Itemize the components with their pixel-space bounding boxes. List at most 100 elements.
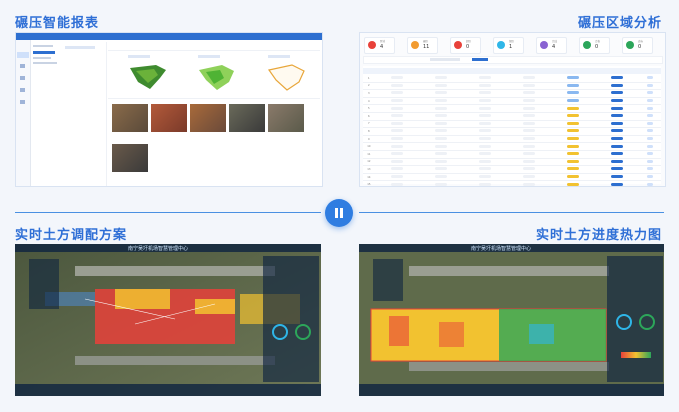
action-link[interactable] (646, 83, 653, 87)
view-button[interactable] (610, 121, 623, 125)
action-link[interactable] (646, 121, 653, 125)
cell-placeholder (434, 114, 447, 118)
action-link[interactable] (646, 152, 653, 156)
sidebar-item[interactable] (20, 64, 25, 68)
row-number: 13 (363, 165, 375, 174)
sidebar-item-active[interactable] (17, 52, 29, 58)
cell-placeholder (478, 167, 491, 171)
compaction-map-2 (199, 65, 234, 90)
site-photo[interactable] (190, 104, 226, 132)
cell-placeholder (478, 83, 491, 87)
divider-right (359, 212, 664, 213)
stat-value: 4 (552, 44, 556, 50)
table-row[interactable]: 11 (363, 150, 661, 159)
stat-label: 漏压 (509, 40, 515, 43)
cell-placeholder (434, 106, 447, 110)
cell-placeholder (522, 114, 535, 118)
cell-placeholder (478, 182, 491, 186)
sidebar-item[interactable] (20, 76, 25, 80)
view-button[interactable] (610, 99, 623, 103)
view-button[interactable] (610, 129, 623, 133)
pause-icon (340, 208, 343, 218)
action-link[interactable] (646, 144, 653, 148)
action-link[interactable] (646, 175, 653, 179)
table-row[interactable]: 4 (363, 97, 661, 106)
view-button[interactable] (610, 91, 623, 95)
view-button[interactable] (610, 167, 623, 171)
table-row[interactable]: 2 (363, 82, 661, 91)
view-button[interactable] (610, 182, 623, 186)
table-row[interactable]: 1 (363, 75, 661, 83)
site-photo[interactable] (229, 104, 265, 132)
stat-icon (626, 41, 634, 49)
cell-placeholder (390, 106, 403, 110)
action-link[interactable] (646, 137, 653, 141)
action-link[interactable] (646, 114, 653, 118)
cell-placeholder (390, 121, 403, 125)
status-badge (566, 159, 579, 163)
stat-card: 漏压 1 (493, 37, 524, 54)
cell-placeholder (434, 99, 447, 103)
earthwork-heatmap: 南宁吴圩机场智慧管理中心 (359, 244, 664, 396)
cell-placeholder (478, 137, 491, 141)
view-button[interactable] (610, 83, 623, 87)
table-row[interactable]: 13 (363, 165, 661, 174)
table-row[interactable]: 10 (363, 142, 661, 151)
row-number: 6 (363, 112, 375, 121)
section-title-roller-report: 碾压智能报表 (15, 16, 100, 31)
cell-placeholder (478, 175, 491, 179)
action-link[interactable] (646, 129, 653, 133)
action-link[interactable] (646, 99, 653, 103)
cell-placeholder (478, 144, 491, 148)
status-badge (566, 167, 579, 171)
view-button[interactable] (610, 159, 623, 163)
action-link[interactable] (646, 91, 653, 95)
action-link[interactable] (646, 159, 653, 163)
table-row[interactable]: 7 (363, 120, 661, 129)
table-row[interactable]: 3 (363, 89, 661, 98)
view-button[interactable] (610, 106, 623, 110)
view-button[interactable] (610, 137, 623, 141)
dashboard-title: 南宁吴圩机场智慧管理中心 (128, 246, 189, 252)
view-button[interactable] (610, 144, 623, 148)
cell-placeholder (390, 83, 403, 87)
site-photo[interactable] (151, 104, 187, 132)
site-photo[interactable] (268, 104, 304, 132)
table-row[interactable]: 15 (363, 180, 661, 186)
view-button[interactable] (610, 114, 623, 118)
view-button[interactable] (610, 175, 623, 179)
site-photo[interactable] (112, 104, 148, 132)
cell-placeholder (478, 91, 491, 95)
view-button[interactable] (610, 76, 623, 80)
view-button[interactable] (610, 152, 623, 156)
right-info-panel (263, 256, 319, 382)
sidebar-item[interactable] (20, 88, 25, 92)
filter-bar (363, 56, 663, 64)
action-link[interactable] (646, 182, 653, 186)
stat-value: 4 (380, 44, 384, 50)
table-row[interactable]: 6 (363, 112, 661, 121)
roller-report-screenshot (15, 32, 323, 187)
stat-label: 合格 (595, 40, 601, 43)
table-row[interactable]: 5 (363, 104, 661, 113)
action-link[interactable] (646, 76, 653, 80)
left-info-panel (29, 259, 59, 309)
compaction-map-3 (267, 64, 305, 91)
site-photo[interactable] (112, 144, 148, 172)
stat-label: 超压 (466, 40, 472, 43)
table-row[interactable]: 12 (363, 158, 661, 167)
area-table: 12345678910111213141516 (363, 75, 661, 186)
cell-placeholder (478, 152, 491, 156)
table-row[interactable]: 14 (363, 173, 661, 182)
table-row[interactable]: 8 (363, 127, 661, 136)
cell-placeholder (390, 182, 403, 186)
sidebar-item[interactable] (20, 100, 25, 104)
table-card: 12345678910111213141516 (363, 66, 661, 186)
table-row[interactable]: 9 (363, 135, 661, 144)
stat-label: 碾压 (423, 40, 429, 43)
action-link[interactable] (646, 106, 653, 110)
pause-button[interactable] (325, 199, 353, 227)
action-link[interactable] (646, 167, 653, 171)
compaction-map-1 (130, 65, 166, 89)
stat-value: 1 (509, 44, 513, 50)
